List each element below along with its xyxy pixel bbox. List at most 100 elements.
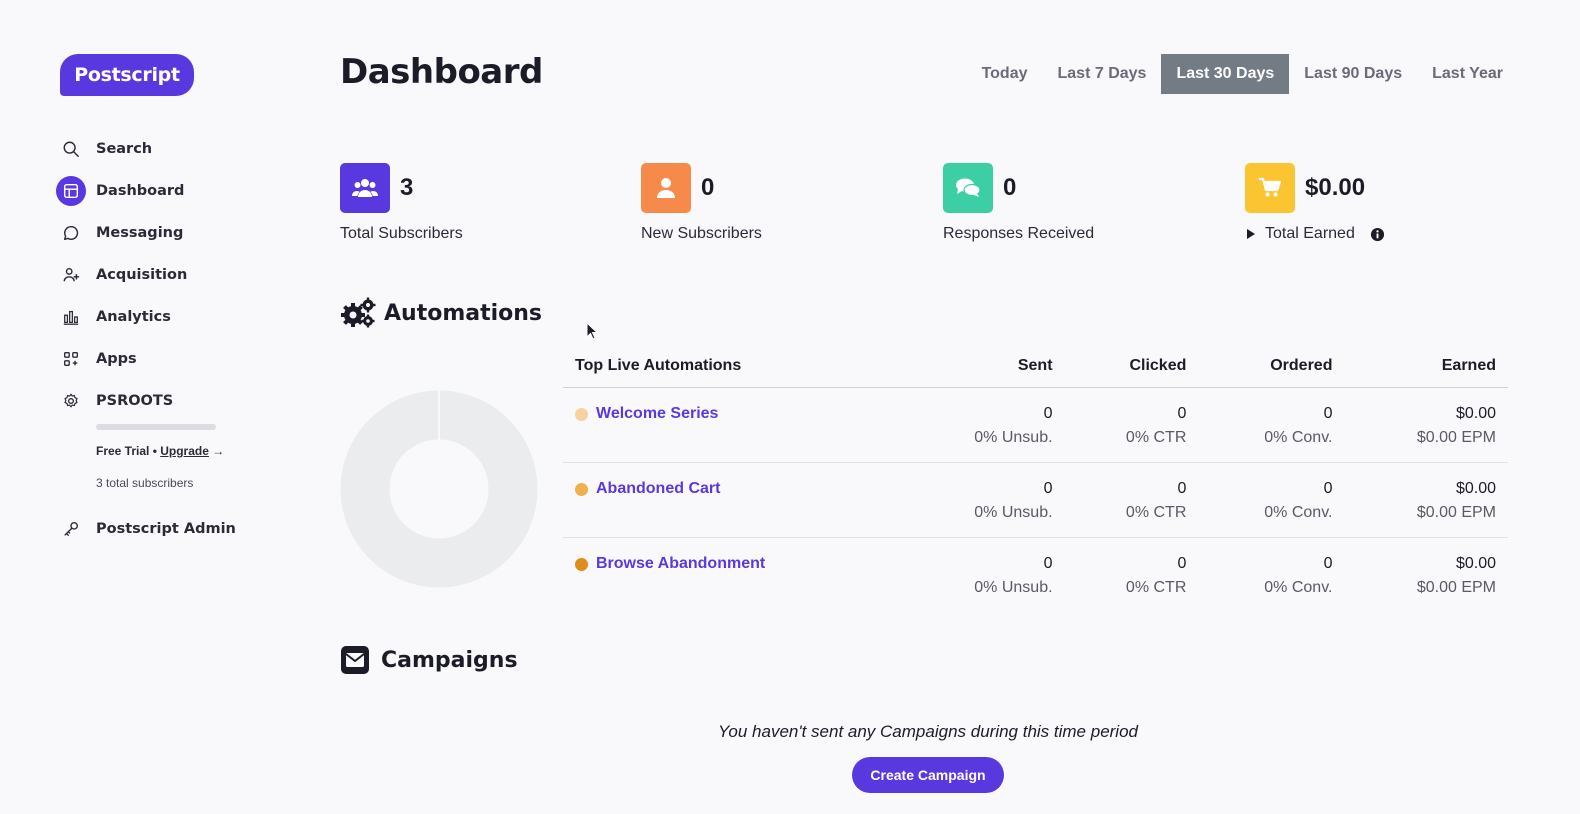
sidebar-item-label: Dashboard: [96, 183, 185, 199]
epm-value: $0.00 EPM: [1416, 429, 1496, 446]
campaigns-title: Campaigns: [381, 647, 518, 673]
stat-label: Total Subscribers: [340, 225, 463, 242]
conv-rate: 0% Conv.: [1264, 579, 1333, 596]
range-last-90-days[interactable]: Last 90 Days: [1289, 54, 1417, 94]
ctr-rate: 0% CTR: [1125, 504, 1187, 521]
table-row: Abandoned Cart 0 0% Unsub. 0 0% CTR 0 0% Co…: [563, 462, 1508, 538]
stat-total-earned: $0.00 Total Earned: [1245, 163, 1385, 243]
status-dot: [575, 482, 588, 496]
arrow-right-icon: →: [212, 444, 225, 458]
date-range-selector: Today Last 7 Days Last 30 Days Last 90 D…: [967, 54, 1518, 94]
status-dot: [575, 557, 588, 571]
sidebar-item-label: Acquisition: [96, 267, 188, 283]
column-header-clicked: Clicked: [1064, 345, 1199, 388]
sidebar-nav: Search Dashboard Messaging Acquisition A…: [56, 128, 286, 550]
caret-right-icon: [1247, 229, 1255, 239]
unsub-rate: 0% Unsub.: [974, 504, 1053, 521]
clicked-value: 0: [1177, 405, 1187, 422]
sidebar-item-analytics[interactable]: Analytics: [56, 296, 286, 338]
unsub-rate: 0% Unsub.: [974, 429, 1053, 446]
automations-heading: Automations: [340, 297, 542, 329]
epm-value: $0.00 EPM: [1416, 504, 1496, 521]
clicked-value: 0: [1177, 555, 1187, 572]
free-trial-label: Free Trial •: [96, 444, 161, 458]
users-icon: [340, 163, 390, 213]
sidebar-item-apps[interactable]: Apps: [56, 338, 286, 380]
automation-link-browse-abandonment[interactable]: Browse Abandonment: [596, 552, 765, 576]
column-header-sent: Sent: [902, 345, 1065, 388]
free-trial-note: Free Trial • Upgrade →: [96, 444, 286, 458]
automations-table: Top Live Automations Sent Clicked Ordere…: [563, 345, 1508, 612]
sidebar-item-messaging[interactable]: Messaging: [56, 212, 286, 254]
sidebar-item-label: Apps: [96, 351, 137, 367]
epm-value: $0.00 EPM: [1416, 579, 1496, 596]
ctr-rate: 0% CTR: [1125, 429, 1187, 446]
trial-progress-bar: [96, 424, 216, 430]
conv-rate: 0% Conv.: [1264, 429, 1333, 446]
bar-chart-icon: [56, 302, 86, 332]
stat-label: New Subscribers: [641, 225, 762, 242]
earned-value: $0.00: [1455, 555, 1496, 572]
status-dot: [575, 407, 588, 421]
stat-value: 0: [701, 174, 715, 201]
ctr-rate: 0% CTR: [1125, 579, 1187, 596]
upgrade-link[interactable]: Upgrade: [160, 444, 209, 458]
range-last-30-days[interactable]: Last 30 Days: [1161, 54, 1290, 94]
gear-icon: [56, 386, 86, 416]
create-campaign-button[interactable]: Create Campaign: [852, 757, 1004, 793]
table-row: Browse Abandonment 0 0% Unsub. 0 0% CTR 0 0…: [563, 538, 1508, 613]
campaigns-heading: Campaigns: [340, 645, 518, 675]
range-last-year[interactable]: Last Year: [1417, 54, 1518, 94]
range-today[interactable]: Today: [967, 54, 1043, 94]
message-icon: [56, 218, 86, 248]
campaigns-empty-message: You haven't sent any Campaigns during th…: [718, 722, 1138, 741]
sidebar-item-psroots[interactable]: PSROOTS: [56, 380, 286, 422]
automation-link-abandoned-cart[interactable]: Abandoned Cart: [596, 477, 720, 501]
conv-rate: 0% Conv.: [1264, 504, 1333, 521]
total-earned-toggle[interactable]: Total Earned: [1245, 225, 1385, 243]
stat-value: $0.00: [1305, 174, 1366, 201]
stats-row: 3 Total Subscribers 0 New Subscribers 0 …: [340, 163, 1500, 253]
stat-value: 0: [1003, 174, 1017, 201]
sent-value: 0: [1043, 480, 1053, 497]
sidebar-item-acquisition[interactable]: Acquisition: [56, 254, 286, 296]
chat-icon: [943, 163, 993, 213]
sidebar-item-postscript-admin[interactable]: Postscript Admin: [56, 508, 286, 550]
stat-label: Total Earned: [1265, 225, 1355, 242]
column-header-earned: Earned: [1344, 345, 1508, 388]
sidebar-item-dashboard[interactable]: Dashboard: [56, 170, 286, 212]
ordered-value: 0: [1323, 480, 1333, 497]
ordered-value: 0: [1323, 405, 1333, 422]
page-title: Dashboard: [340, 52, 543, 92]
stat-new-subscribers: 0 New Subscribers: [641, 163, 762, 243]
earned-value: $0.00: [1455, 480, 1496, 497]
stat-responses-received: 0 Responses Received: [943, 163, 1094, 243]
envelope-icon: [341, 646, 369, 674]
user-icon: [641, 163, 691, 213]
stat-value: 3: [400, 174, 414, 201]
sent-value: 0: [1043, 555, 1053, 572]
column-header-top-live-automations: Top Live Automations: [563, 345, 903, 388]
automation-link-welcome-series[interactable]: Welcome Series: [596, 402, 718, 426]
unsub-rate: 0% Unsub.: [974, 579, 1053, 596]
add-user-icon: [56, 260, 86, 290]
range-last-7-days[interactable]: Last 7 Days: [1043, 54, 1162, 94]
automations-donut-chart: [340, 390, 538, 588]
table-row: Welcome Series 0 0% Unsub. 0 0% CTR 0 0% Co…: [563, 387, 1508, 463]
apps-icon: [56, 344, 86, 374]
sidebar-item-label: Analytics: [96, 309, 171, 325]
key-icon: [56, 514, 86, 544]
column-header-ordered: Ordered: [1198, 345, 1345, 388]
clicked-value: 0: [1177, 480, 1187, 497]
mouse-cursor-icon: [586, 322, 598, 340]
earned-value: $0.00: [1455, 405, 1496, 422]
automations-title: Automations: [384, 300, 543, 326]
info-icon[interactable]: [1370, 227, 1385, 242]
dashboard-icon: [56, 176, 86, 206]
ordered-value: 0: [1323, 555, 1333, 572]
sidebar-item-label: PSROOTS: [96, 393, 174, 409]
sidebar-item-search[interactable]: Search: [56, 128, 286, 170]
gears-icon: [341, 297, 376, 328]
postscript-logo[interactable]: Postscript: [60, 54, 194, 96]
subscriber-count-note: 3 total subscribers: [96, 476, 194, 490]
